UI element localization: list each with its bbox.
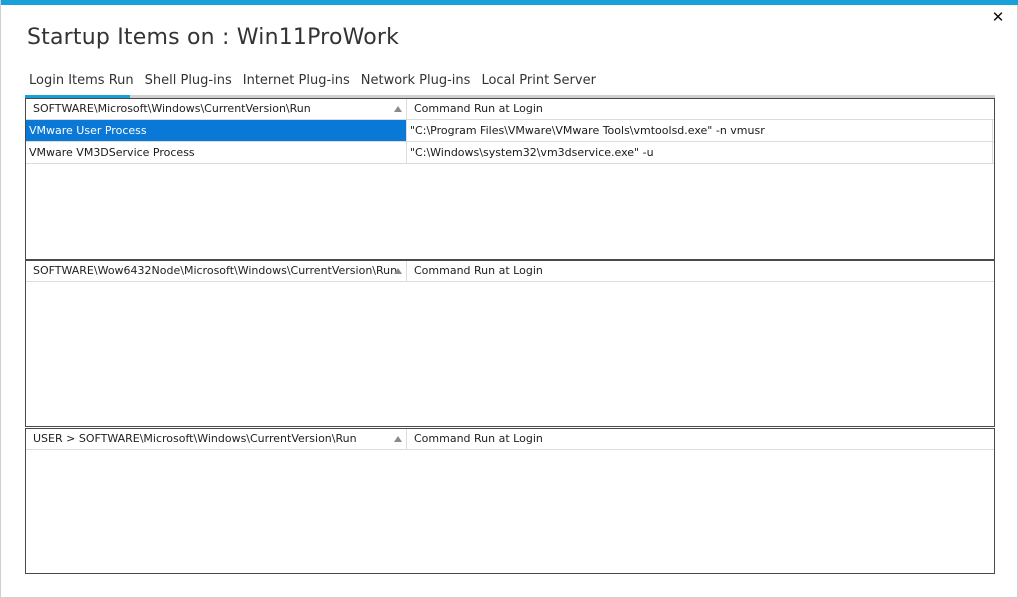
user-run-key-list[interactable]: USER > SOFTWARE\Microsoft\Windows\Curren… [25, 428, 995, 574]
column-header-key[interactable]: USER > SOFTWARE\Microsoft\Windows\Curren… [26, 429, 407, 449]
tab-network-plug-ins[interactable]: Network Plug-ins [357, 70, 475, 94]
column-header-key-label: SOFTWARE\Wow6432Node\Microsoft\Windows\C… [33, 264, 398, 277]
column-header-key[interactable]: SOFTWARE\Wow6432Node\Microsoft\Windows\C… [26, 261, 407, 281]
close-button[interactable]: ✕ [989, 9, 1007, 25]
column-header-key[interactable]: SOFTWARE\Microsoft\Windows\CurrentVersio… [26, 99, 407, 119]
page-title: Startup Items on : Win11ProWork [27, 25, 400, 50]
wow6432-run-key-list[interactable]: SOFTWARE\Wow6432Node\Microsoft\Windows\C… [25, 260, 995, 427]
list-item[interactable]: VMware VM3DService Process "C:\Windows\s… [26, 142, 994, 164]
startup-items-window: ✕ Startup Items on : Win11ProWork Login … [0, 0, 1018, 598]
list-header: SOFTWARE\Microsoft\Windows\CurrentVersio… [26, 99, 994, 120]
list-header: USER > SOFTWARE\Microsoft\Windows\Curren… [26, 429, 994, 450]
item-command: "C:\Program Files\VMware\VMware Tools\vm… [407, 120, 993, 141]
sort-ascending-icon [394, 268, 402, 274]
tab-bar: Login Items Run Shell Plug-ins Internet … [25, 70, 600, 98]
column-header-key-label: USER > SOFTWARE\Microsoft\Windows\Curren… [33, 432, 357, 445]
list-item[interactable]: VMware User Process "C:\Program Files\VM… [26, 120, 994, 142]
tab-login-items-run[interactable]: Login Items Run [25, 70, 138, 98]
item-name: VMware User Process [26, 120, 407, 141]
item-command: "C:\Windows\system32\vm3dservice.exe" -u [407, 142, 993, 163]
run-key-list[interactable]: SOFTWARE\Microsoft\Windows\CurrentVersio… [25, 98, 995, 261]
sort-ascending-icon [394, 436, 402, 442]
tab-shell-plug-ins[interactable]: Shell Plug-ins [141, 70, 236, 94]
column-header-command[interactable]: Command Run at Login [407, 429, 994, 449]
item-name: VMware VM3DService Process [26, 142, 407, 163]
column-header-key-label: SOFTWARE\Microsoft\Windows\CurrentVersio… [33, 102, 311, 115]
column-header-command[interactable]: Command Run at Login [407, 261, 994, 281]
tab-internet-plug-ins[interactable]: Internet Plug-ins [239, 70, 354, 94]
tab-local-print-server[interactable]: Local Print Server [477, 70, 600, 94]
column-header-command[interactable]: Command Run at Login [407, 99, 994, 119]
sort-ascending-icon [394, 106, 402, 112]
window-accent-bar [1, 0, 1018, 5]
list-header: SOFTWARE\Wow6432Node\Microsoft\Windows\C… [26, 261, 994, 282]
